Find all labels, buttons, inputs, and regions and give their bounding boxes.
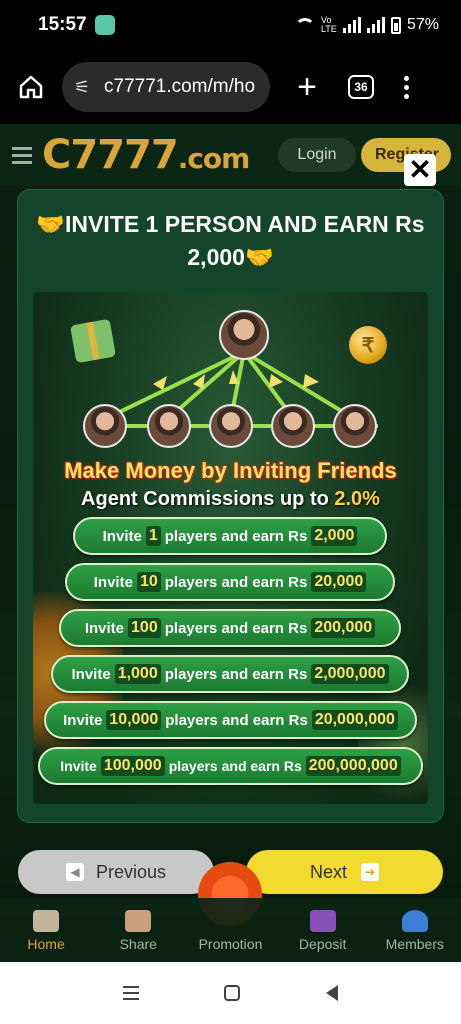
banner-headline: Make Money by Inviting Friends	[64, 458, 397, 483]
avatar-friend-3	[209, 404, 253, 448]
android-navigation-bar	[0, 962, 461, 1024]
hamburger-menu-icon[interactable]	[12, 146, 32, 164]
reward-button[interactable]: Invite 100,000 players and earn Rs 200,000,…	[38, 747, 423, 785]
banner-subline: Agent Commissions up to 2.0%	[81, 488, 380, 510]
reward-button[interactable]: Invite 1,000 players and earn Rs 2,000,000	[51, 655, 409, 693]
user-icon	[401, 910, 428, 932]
wifi-icon	[294, 18, 315, 32]
avatar-friend-1	[83, 404, 127, 448]
avatar-friend-5	[333, 404, 377, 448]
previous-button[interactable]: ◀ Previous	[18, 850, 214, 894]
new-tab-icon[interactable]: +	[290, 70, 324, 104]
home-icon	[33, 910, 60, 932]
browser-menu-icon[interactable]	[404, 75, 409, 99]
next-label: Next	[309, 861, 347, 882]
back-icon[interactable]	[326, 985, 339, 1001]
app-notification-icon	[94, 15, 115, 35]
reward-button[interactable]: Invite 1 players and earn Rs 2,000	[73, 517, 387, 555]
browser-home-icon[interactable]	[14, 70, 48, 104]
site-logo[interactable]: C7777.com	[42, 132, 250, 178]
signal-icon	[342, 17, 361, 33]
volte-label: Vo LTE	[320, 15, 337, 34]
next-button[interactable]: Next ➔	[246, 850, 443, 894]
reward-button[interactable]: Invite 10,000 players and earn Rs 20,000,00…	[44, 701, 417, 739]
site-settings-icon[interactable]: ⚟	[74, 77, 96, 98]
wallet-icon	[309, 910, 336, 932]
tab-switcher-button[interactable]: 36	[348, 75, 374, 99]
avatar-referrer	[219, 310, 269, 360]
gift-icon	[217, 910, 243, 932]
status-bar: 15:57 Vo LTE 57%	[0, 0, 461, 50]
reward-button[interactable]: Invite 100 players and earn Rs 200,000	[59, 609, 401, 647]
status-time: 15:57	[38, 14, 87, 35]
previous-label: Previous	[95, 861, 167, 882]
site-tab-bar: Home Share Promotion Deposit Members	[0, 898, 461, 962]
screen: 15:57 Vo LTE 57% ⚟ c77771.com/m/ho + 36 …	[0, 0, 461, 1024]
status-icons: Vo LTE 57%	[294, 15, 439, 34]
tab-share[interactable]: Share	[98, 910, 178, 952]
site-header: C7777.com Login Register	[0, 124, 461, 186]
modal-title: 🤝INVITE 1 PERSON AND EARN Rs 2,000🤝	[36, 211, 425, 270]
reward-button[interactable]: Invite 10 players and earn Rs 20,000	[65, 563, 395, 601]
avatar-friend-2	[147, 404, 191, 448]
arrow-left-icon: ◀	[65, 863, 84, 881]
tab-members[interactable]: Members	[375, 910, 455, 952]
tab-home[interactable]: Home	[6, 910, 86, 952]
gift-box-icon	[70, 318, 116, 364]
browser-toolbar: ⚟ c77771.com/m/ho + 36	[0, 50, 461, 124]
coin-icon: ₹	[349, 326, 387, 364]
recent-apps-icon[interactable]	[122, 986, 139, 1000]
battery-percent: 57%	[406, 16, 439, 33]
invite-modal: 🤝INVITE 1 PERSON AND EARN Rs 2,000🤝 ₹ Ma…	[18, 190, 443, 822]
battery-icon	[390, 16, 401, 34]
tab-promotion[interactable]: Promotion	[190, 910, 270, 952]
share-icon	[125, 910, 152, 932]
login-button[interactable]: Login	[278, 138, 356, 172]
avatar-friend-4	[271, 404, 315, 448]
signal-icon-2	[366, 17, 385, 33]
arrow-right-icon: ➔	[361, 863, 379, 881]
close-modal-button[interactable]: ✕	[404, 154, 436, 186]
url-text: c77771.com/m/ho	[104, 76, 256, 97]
invite-banner: ₹ Make Money by Inviting Friends Agent C…	[33, 292, 428, 804]
android-home-icon[interactable]	[224, 985, 241, 1001]
tab-deposit[interactable]: Deposit	[283, 910, 363, 952]
address-bar[interactable]: ⚟ c77771.com/m/ho	[62, 62, 270, 112]
